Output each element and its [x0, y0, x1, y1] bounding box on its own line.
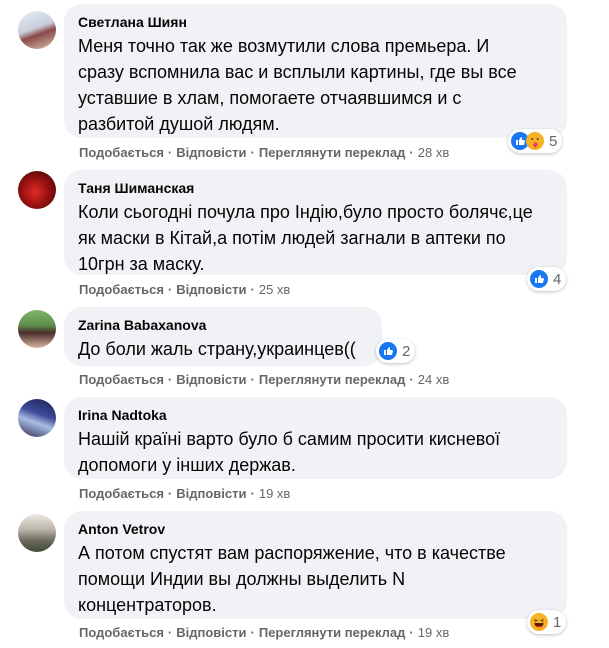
like-button[interactable]: Подобається — [79, 625, 164, 640]
comment-bubble: Anton Vetrov А потом спустят вам распоря… — [64, 511, 567, 619]
comment-timestamp[interactable]: 25 хв — [259, 282, 290, 297]
comment-text: До боли жаль страну,украинцев(( — [78, 339, 356, 359]
like-icon — [379, 342, 397, 360]
comment-timestamp[interactable]: 19 хв — [259, 486, 290, 501]
reaction-summary[interactable]: 2 — [376, 339, 416, 363]
comment-actions: Подобається · Відповісти · Переглянути перек… — [79, 625, 450, 640]
reaction-summary[interactable]: 1 — [527, 610, 567, 634]
comment-timestamp[interactable]: 28 хв — [418, 145, 449, 160]
avatar[interactable] — [18, 171, 56, 209]
reaction-summary[interactable]: 4 — [527, 267, 567, 291]
comment-bubble: Zarina Babaxanova До боли жаль страну,ук… — [64, 307, 382, 366]
reply-button[interactable]: Відповісти — [176, 145, 246, 160]
comment-author[interactable]: Таня Шиманская — [78, 179, 553, 197]
reply-button[interactable]: Відповісти — [176, 372, 246, 387]
comment-actions: Подобається · Відповісти · 19 хв — [79, 486, 291, 501]
comment-text: Нашій країні варто було б самим просити … — [78, 429, 501, 475]
comment-timestamp[interactable]: 19 хв — [418, 625, 449, 640]
comment-actions: Подобається · Відповісти · Переглянути перек… — [79, 145, 450, 160]
see-translation-button[interactable]: Переглянути переклад — [259, 625, 406, 640]
like-button[interactable]: Подобається — [79, 282, 164, 297]
reaction-count: 2 — [402, 342, 411, 360]
comment-text: Коли сьогодні почула про Індію,було прос… — [78, 202, 533, 274]
avatar[interactable] — [18, 399, 56, 437]
see-translation-button[interactable]: Переглянути переклад — [259, 145, 406, 160]
comment-actions: Подобається · Відповісти · Переглянути перек… — [79, 372, 450, 387]
like-button[interactable]: Подобається — [79, 372, 164, 387]
comment-text: Меня точно так же возмутили слова премье… — [78, 36, 517, 134]
comment-author[interactable]: Irina Nadtoka — [78, 406, 553, 424]
reply-button[interactable]: Відповісти — [176, 625, 246, 640]
avatar[interactable] — [18, 11, 56, 49]
like-button[interactable]: Подобається — [79, 145, 164, 160]
reaction-count: 5 — [549, 132, 558, 150]
comment-bubble: Светлана Шиян Меня точно так же возмутил… — [64, 4, 567, 138]
comment-actions: Подобається · Відповісти · 25 хв — [79, 282, 291, 297]
avatar[interactable] — [18, 310, 56, 348]
reaction-count: 1 — [553, 613, 562, 631]
comment-author[interactable]: Светлана Шиян — [78, 13, 553, 31]
reply-button[interactable]: Відповісти — [176, 486, 246, 501]
comment-timestamp[interactable]: 24 хв — [418, 372, 449, 387]
like-button[interactable]: Подобається — [79, 486, 164, 501]
haha-icon — [530, 613, 548, 631]
reaction-summary[interactable]: 5 — [508, 129, 563, 153]
avatar[interactable] — [18, 514, 56, 552]
comment-author[interactable]: Zarina Babaxanova — [78, 316, 368, 334]
reaction-count: 4 — [553, 270, 562, 288]
reply-button[interactable]: Відповісти — [176, 282, 246, 297]
comment-bubble: Irina Nadtoka Нашій країні варто було б … — [64, 397, 567, 479]
care-icon — [526, 132, 544, 150]
comment-text: А потом спустят вам распоряжение, что в … — [78, 543, 506, 615]
see-translation-button[interactable]: Переглянути переклад — [259, 372, 406, 387]
comment-author[interactable]: Anton Vetrov — [78, 520, 553, 538]
comment-bubble: Таня Шиманская Коли сьогодні почула про … — [64, 170, 567, 275]
like-icon — [530, 270, 548, 288]
